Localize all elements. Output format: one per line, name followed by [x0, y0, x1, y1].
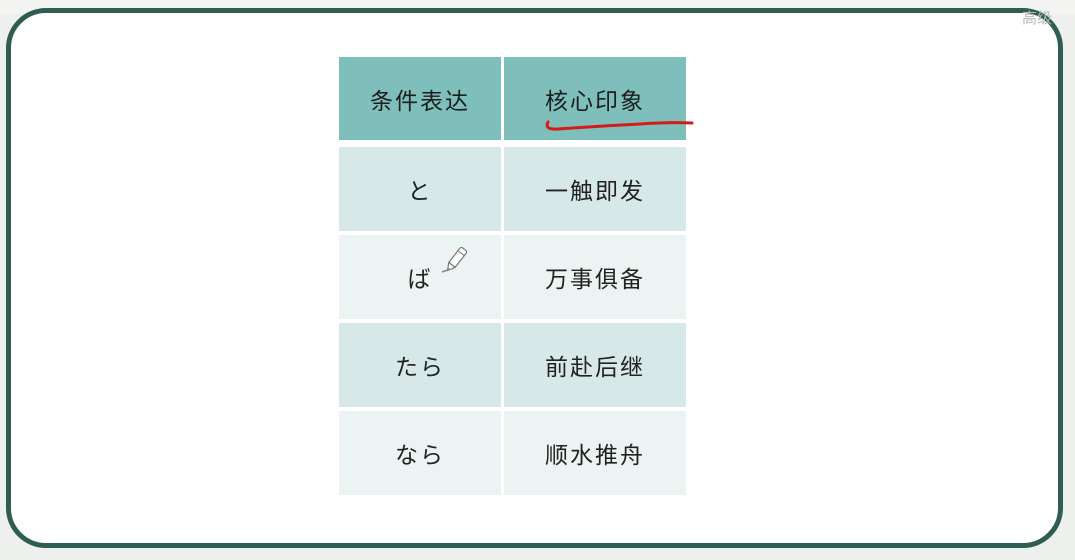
table-cell-impression: 一触即发 — [504, 147, 686, 231]
table-cell-expression: ば — [339, 235, 501, 319]
table-cell-expression: なら — [339, 411, 501, 495]
table-cell-impression: 前赴后继 — [504, 323, 686, 407]
table-cell-impression: 万事俱备 — [504, 235, 686, 319]
red-annotation-underline — [545, 120, 694, 131]
pen-cursor-icon — [441, 246, 468, 273]
table-cell-expression: と — [339, 147, 501, 231]
table-cell-expression: たら — [339, 323, 501, 407]
table-cell-impression: 顺水推舟 — [504, 411, 686, 495]
corner-watermark: 高级 — [1021, 9, 1052, 27]
header-col-expression: 条件表达 — [339, 57, 501, 140]
